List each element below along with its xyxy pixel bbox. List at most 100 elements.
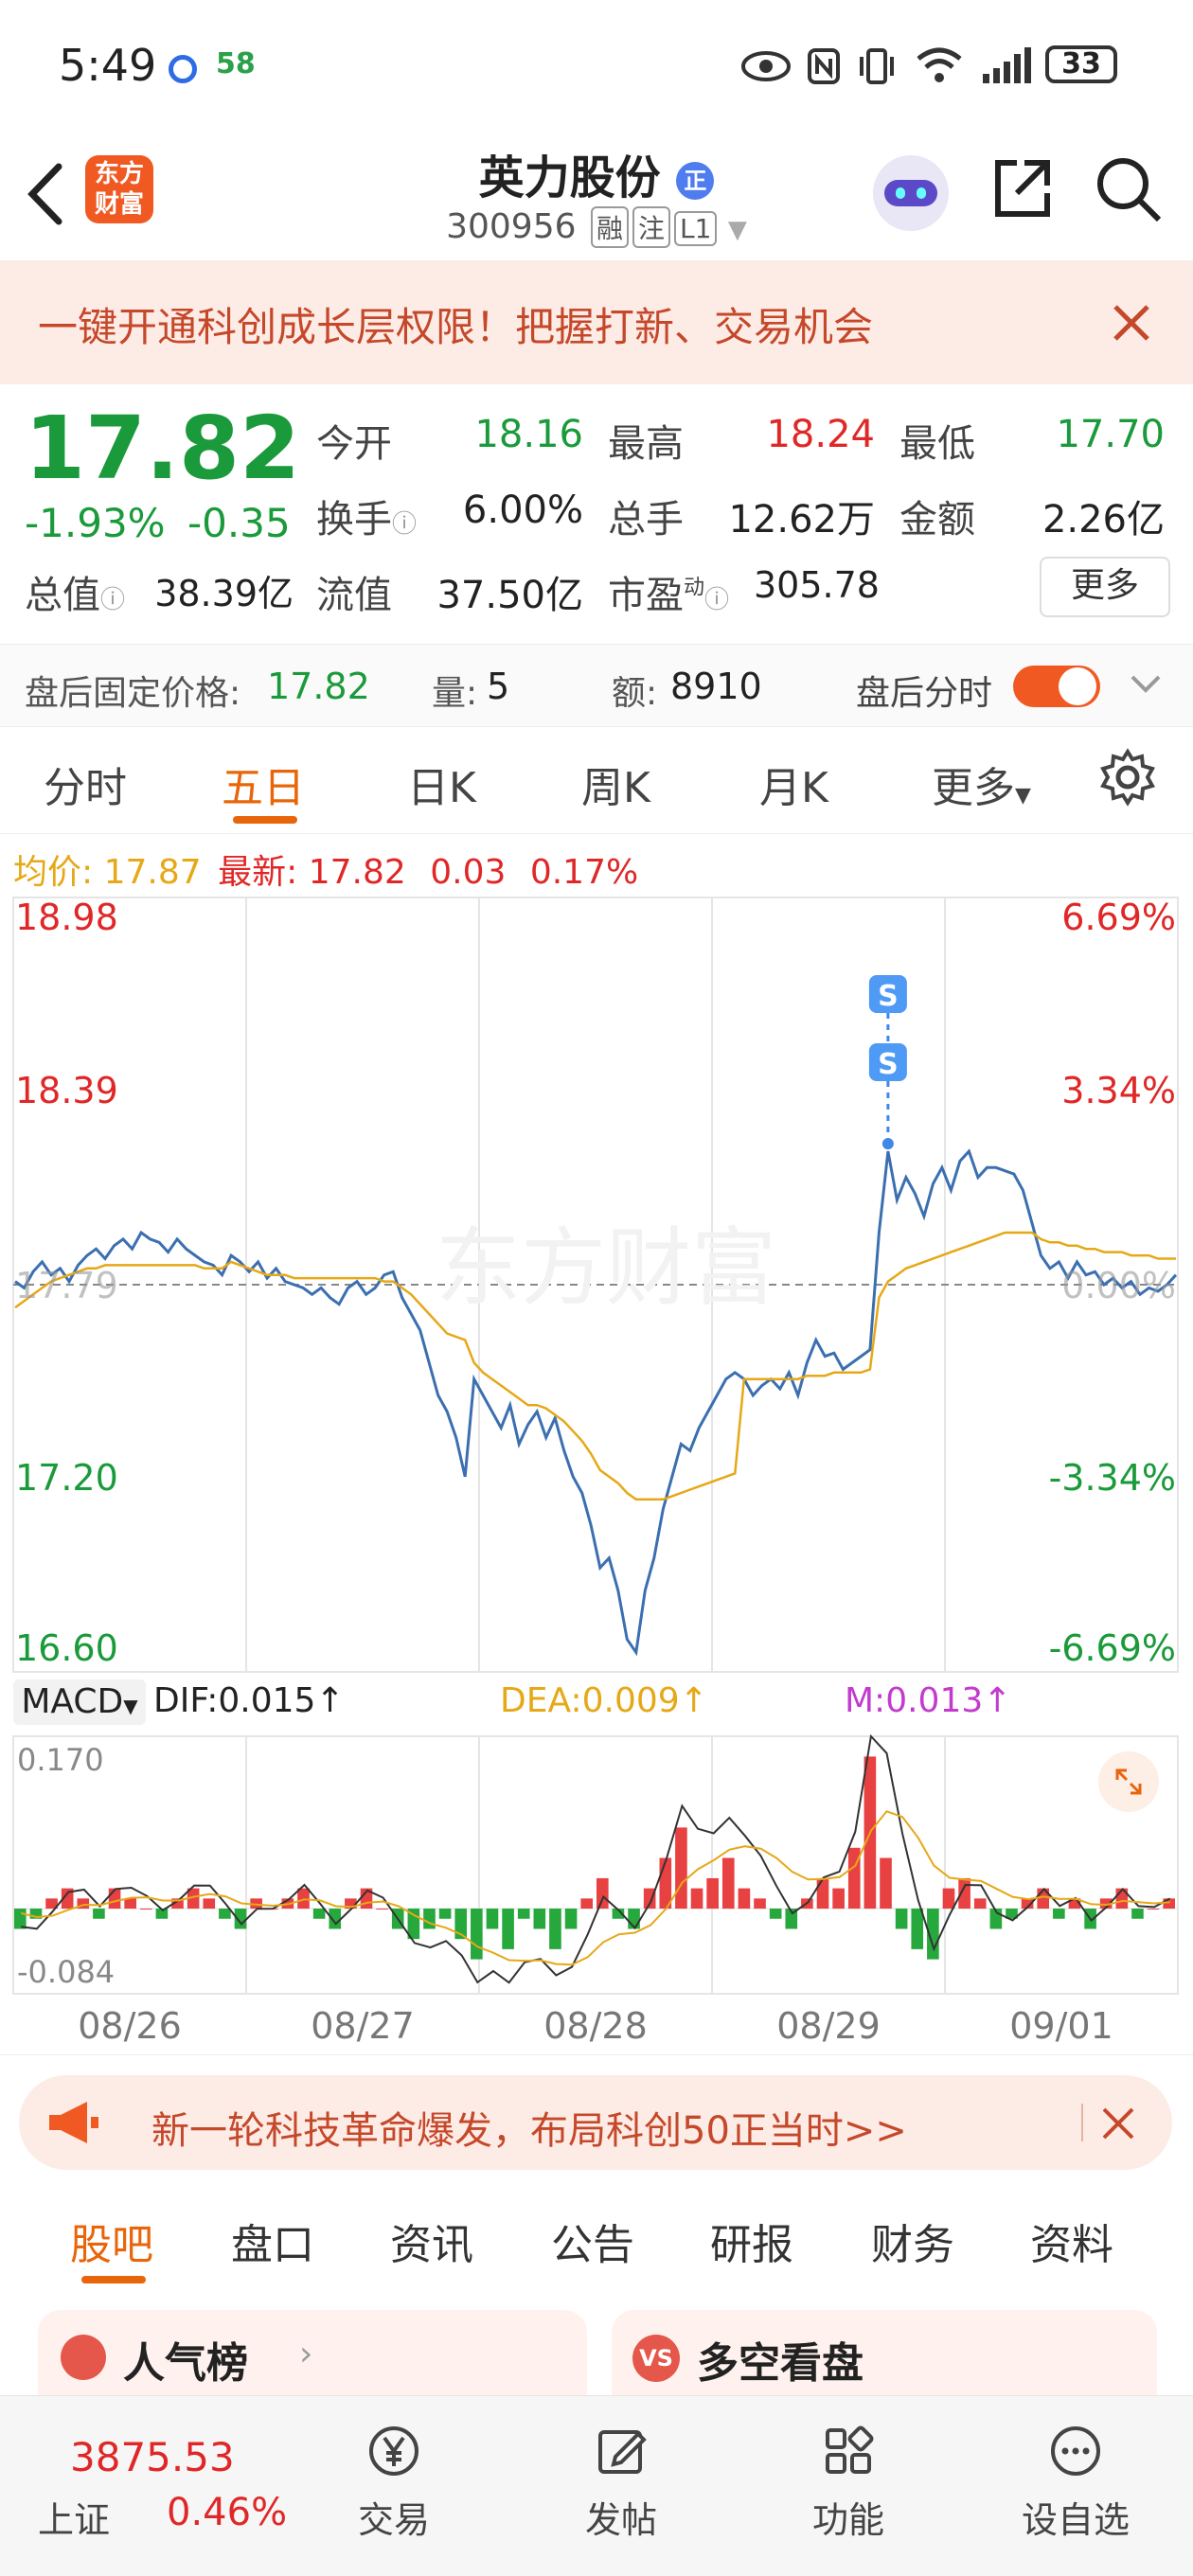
macd-indicator-selector[interactable]: MACD▼ <box>13 1679 146 1725</box>
change-pct: -1.93% <box>25 500 166 546</box>
macd-bar <box>1147 1909 1160 1910</box>
high-value: 18.24 <box>766 413 875 456</box>
macd-bar <box>564 1909 578 1929</box>
macd-bar <box>769 1909 782 1919</box>
macd-bar <box>517 1909 530 1919</box>
macd-bar <box>549 1909 561 1949</box>
caret-down-icon: ▼ <box>1015 784 1031 808</box>
battery-level: 33 <box>1061 47 1101 80</box>
y-tick-left: 16.60 <box>15 1627 118 1669</box>
nav-watchlist[interactable]: 设自选 <box>981 2396 1170 2576</box>
tab-research[interactable]: 研报 <box>710 2211 793 2271</box>
chart-bar-icon <box>61 2335 106 2380</box>
more-dots-icon <box>1051 2426 1100 2476</box>
after-amt: 8910 <box>670 666 762 707</box>
after-amt-label: 额: <box>612 674 658 713</box>
macd-bar <box>423 1909 436 1929</box>
pe-label[interactable]: 市盈动ⓘ <box>608 564 729 619</box>
amount-value: 2.26亿 <box>1042 498 1165 542</box>
macd-y-tick: -0.084 <box>17 1954 115 1990</box>
nav-functions[interactable]: 功能 <box>754 2396 943 2576</box>
tab-five-day[interactable]: 五日 <box>222 754 305 814</box>
x-tick-label: 08/27 <box>311 2005 415 2047</box>
gear-icon[interactable] <box>1098 748 1157 807</box>
macd-bar <box>706 1877 719 1910</box>
versus-icon: VS <box>632 2335 680 2382</box>
nav-trade[interactable]: 交易 <box>299 2396 489 2576</box>
volume-value: 12.62万 <box>728 498 875 542</box>
x-tick-label: 08/26 <box>78 2005 182 2047</box>
megaphone-icon <box>49 2102 98 2143</box>
battery-icon: 33 <box>1045 45 1117 83</box>
tab-intraday[interactable]: 分时 <box>44 754 127 814</box>
stock-name: 英力股份 <box>478 151 661 204</box>
promo-banner[interactable]: 一键开通科创成长层权限！把握打新、交易机会 <box>0 261 1193 384</box>
arrow-up-icon: ↑ <box>315 1681 345 1720</box>
popularity-card[interactable]: 人气榜 › <box>38 2310 587 2395</box>
stock-header: 东方 财富 英力股份 正 300956 融注 L1 ▼ <box>0 133 1193 261</box>
promo-strip[interactable]: 新一轮科技革命爆发，布局科创50正当时>> <box>19 2075 1172 2170</box>
m-label: M:0.013↑ <box>845 1681 1011 1720</box>
x-tick-label: 08/29 <box>776 2005 881 2047</box>
divider <box>0 2054 1193 2055</box>
vibrate-icon <box>860 48 894 84</box>
chevron-down-icon[interactable] <box>1129 671 1163 698</box>
low-label: 最低 <box>899 422 975 466</box>
macd-chart[interactable]: 0.170 -0.084 <box>0 1732 1193 1998</box>
active-tab-indicator <box>81 2276 146 2283</box>
close-icon[interactable] <box>1110 301 1153 345</box>
tab-forum[interactable]: 股吧 <box>70 2211 153 2271</box>
arrow-up-icon: ↑ <box>679 1681 708 1720</box>
nav-post[interactable]: 发帖 <box>526 2396 716 2576</box>
sell-marker-label: S <box>878 980 899 1013</box>
tag-level1: L1 <box>674 211 718 246</box>
y-tick-left: 17.79 <box>15 1265 118 1306</box>
macd-bar <box>880 1857 892 1910</box>
macd-frame <box>12 1735 1179 1995</box>
macd-bar <box>203 1898 216 1910</box>
tab-weekly-k[interactable]: 周K <box>581 754 650 814</box>
sell-marker-label: S <box>878 1048 899 1081</box>
signal-icon <box>983 47 1031 83</box>
macd-bar <box>139 1909 152 1910</box>
search-icon[interactable] <box>1095 155 1163 223</box>
close-icon[interactable] <box>1100 2105 1136 2141</box>
tab-profile[interactable]: 资料 <box>1030 2211 1113 2271</box>
bull-bear-title: 多空看盘 <box>697 2339 864 2388</box>
macd-bar <box>754 1898 766 1910</box>
expand-button[interactable] <box>1098 1751 1159 1812</box>
status-time: 5:49 <box>59 40 157 91</box>
tab-daily-k[interactable]: 日K <box>407 754 476 814</box>
after-hours-toggle[interactable] <box>1013 666 1100 707</box>
index-quote[interactable]: 3875.53 上证 0.46% <box>0 2396 303 2576</box>
after-price-label: 盘后固定价格: <box>25 674 241 713</box>
macd-bar <box>580 1898 593 1910</box>
yen-circle-icon <box>369 2426 418 2476</box>
dif-text: DIF:0.015 <box>153 1681 316 1720</box>
tab-news[interactable]: 资讯 <box>390 2211 473 2271</box>
turnover-label[interactable]: 换手ⓘ <box>316 489 417 543</box>
banner-text: 一键开通科创成长层权限！把握打新、交易机会 <box>38 304 874 350</box>
turnover-value: 6.00% <box>462 489 583 532</box>
latest-change-pct: 0.17% <box>529 853 639 892</box>
tab-order-book[interactable]: 盘口 <box>231 2211 314 2271</box>
tab-monthly-k[interactable]: 月K <box>759 754 828 814</box>
promo-text: 新一轮科技革命爆发，布局科创50正当时>> <box>151 2109 907 2153</box>
macd-bar <box>471 1909 483 1960</box>
more-button[interactable]: 更多 <box>1040 557 1170 617</box>
tag-registration: 注 <box>632 206 671 248</box>
divider <box>1081 2104 1083 2141</box>
tab-announcements[interactable]: 公告 <box>551 2211 634 2271</box>
info-icon: ⓘ <box>100 586 126 614</box>
macd-bar <box>596 1877 609 1910</box>
five-day-price-chart[interactable]: 东方财富 S S 18.98 18.39 17.79 17.20 16.60 6.69% 3.34… <box>0 890 1193 1676</box>
macd-bar <box>533 1909 546 1929</box>
market-cap-label[interactable]: 总值ⓘ <box>25 564 125 619</box>
bull-bear-card[interactable]: VS 多空看盘 <box>612 2310 1157 2395</box>
nfc-icon <box>808 48 840 84</box>
tab-more[interactable]: 更多▼ <box>932 754 1031 814</box>
share-icon[interactable] <box>988 155 1055 222</box>
tab-finance[interactable]: 财务 <box>871 2211 954 2271</box>
robot-assistant-icon[interactable] <box>873 155 949 231</box>
after-price: 17.82 <box>267 666 370 707</box>
